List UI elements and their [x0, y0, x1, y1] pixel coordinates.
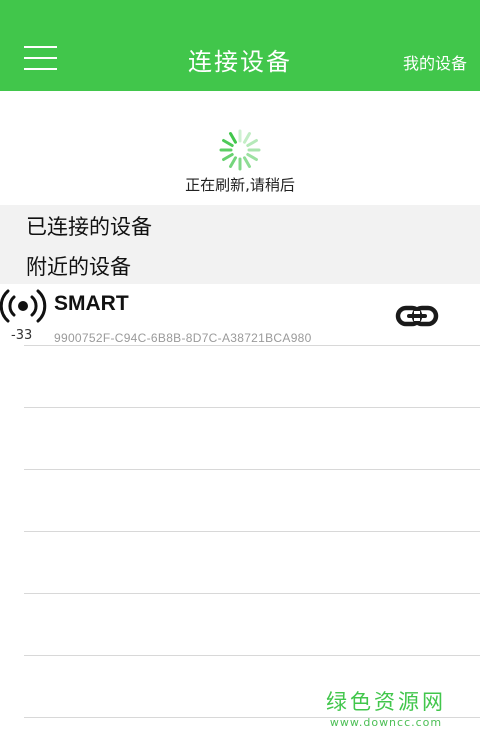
watermark: 绿色资源网 www.downcc.com — [316, 686, 456, 729]
list-divider — [24, 345, 480, 346]
device-section-header: 已连接的设备 附近的设备 — [0, 205, 480, 284]
device-list-item[interactable]: -33 SMART 9900752F-C94C-6B8B-8D7C-A38721… — [0, 284, 480, 346]
list-divider — [24, 469, 480, 470]
list-divider — [24, 407, 480, 408]
app-header: 连接设备 我的设备 — [0, 0, 480, 91]
watermark-url: www.downcc.com — [329, 716, 443, 729]
list-divider — [24, 531, 480, 532]
link-icon[interactable] — [395, 304, 439, 328]
signal-strength-value: -33 — [11, 328, 33, 343]
list-divider — [24, 655, 480, 656]
connected-devices-label: 已连接的设备 — [26, 215, 152, 239]
watermark-title: 绿色资源网 — [326, 690, 446, 714]
nearby-devices-label: 附近的设备 — [26, 255, 131, 279]
bluetooth-signal-icon — [0, 289, 47, 323]
device-name: SMART — [54, 292, 129, 315]
my-devices-button[interactable]: 我的设备 — [403, 50, 467, 74]
device-uuid: 9900752F-C94C-6B8B-8D7C-A38721BCA980 — [54, 331, 312, 345]
list-divider — [24, 593, 480, 594]
loading-spinner-icon — [219, 129, 261, 171]
refresh-status-text: 正在刷新,请稍后 — [185, 176, 295, 194]
